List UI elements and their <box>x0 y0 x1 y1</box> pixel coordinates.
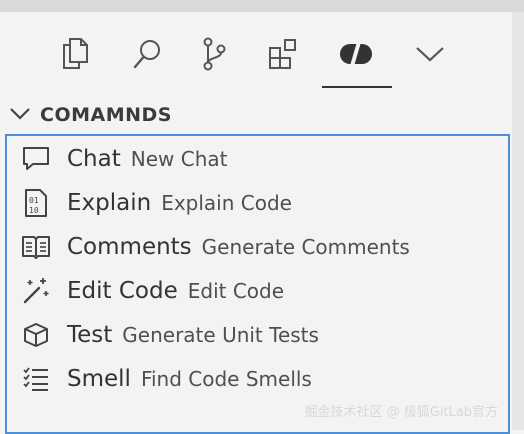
search-icon[interactable] <box>127 32 167 76</box>
side-panel: COMAMNDS Chat New Chat 01 10 Explain Exp… <box>0 12 512 434</box>
binary-file-icon: 01 10 <box>21 189 51 217</box>
command-smell[interactable]: Smell Find Code Smells <box>7 358 508 398</box>
chat-bubble-icon <box>21 145 51 173</box>
cube-icon <box>21 321 51 349</box>
watermark: 掘金技术社区 @ 极狐GitLab官方 <box>304 405 498 420</box>
active-tab-indicator <box>322 86 392 88</box>
command-edit-code[interactable]: Edit Code Edit Code <box>7 270 508 310</box>
explorer-icon[interactable] <box>55 32 95 76</box>
command-label: Chat <box>67 146 121 172</box>
commands-list: Chat New Chat 01 10 Explain Explain Code <box>5 134 510 434</box>
magic-wand-icon <box>21 277 51 305</box>
command-label: Comments <box>67 234 192 260</box>
command-description: New Chat <box>130 147 228 171</box>
activity-bar <box>0 12 512 90</box>
book-icon <box>21 233 51 261</box>
command-label: Test <box>67 322 113 348</box>
command-comments[interactable]: Comments Generate Comments <box>7 226 508 266</box>
command-description: Find Code Smells <box>140 367 312 391</box>
gitlab-duo-icon[interactable] <box>336 32 376 76</box>
extensions-icon[interactable] <box>264 32 304 76</box>
command-description: Generate Unit Tests <box>122 323 319 347</box>
command-description: Edit Code <box>187 279 285 303</box>
chevron-down-icon <box>8 106 32 126</box>
command-test[interactable]: Test Generate Unit Tests <box>7 314 508 354</box>
more-chevron-icon[interactable] <box>410 32 450 76</box>
command-description: Explain Code <box>161 191 292 215</box>
svg-text:10: 10 <box>29 206 39 215</box>
right-scrollbar[interactable] <box>512 12 524 430</box>
source-control-icon[interactable] <box>194 32 234 76</box>
command-description: Generate Comments <box>201 235 410 259</box>
command-label: Explain <box>67 190 152 216</box>
svg-text:01: 01 <box>29 196 39 205</box>
command-label: Edit Code <box>67 278 178 304</box>
section-title: COMAMNDS <box>40 104 172 126</box>
window-top-strip <box>0 0 524 12</box>
command-label: Smell <box>67 366 131 392</box>
command-chat[interactable]: Chat New Chat <box>7 138 508 178</box>
command-explain[interactable]: 01 10 Explain Explain Code <box>7 182 508 222</box>
section-header[interactable]: COMAMNDS <box>0 98 512 130</box>
checklist-icon <box>21 365 51 393</box>
